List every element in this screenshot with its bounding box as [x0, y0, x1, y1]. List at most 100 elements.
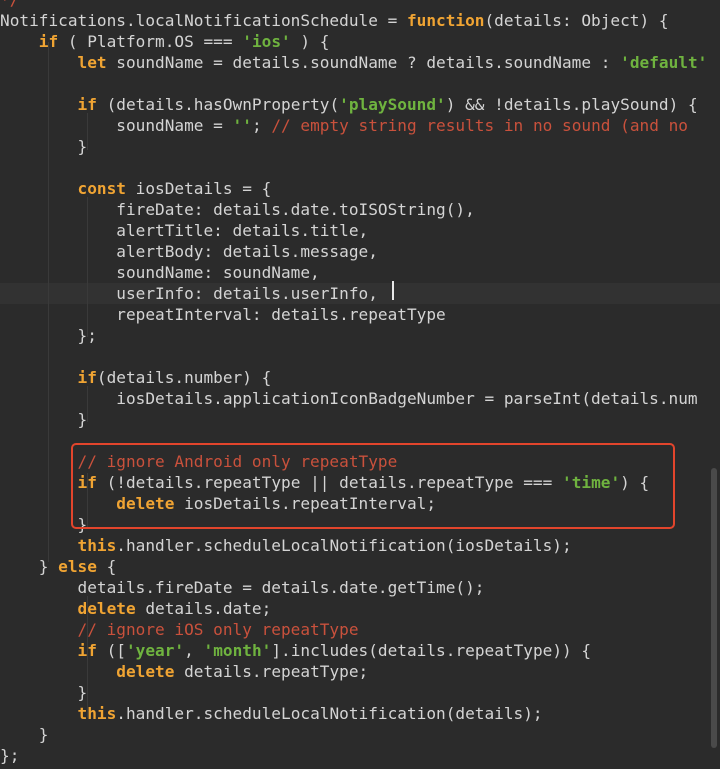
code-line[interactable]: }; — [0, 745, 720, 766]
code-token: iosDetails.applicationIconBadgeNumber = … — [0, 389, 698, 408]
code-line[interactable] — [0, 73, 720, 94]
code-token: (details.hasOwnProperty( — [96, 95, 340, 114]
code-line[interactable] — [0, 157, 720, 178]
code-line[interactable]: } — [0, 682, 720, 703]
code-token: userInfo: details.userInfo, — [0, 284, 378, 303]
code-token: 'month' — [203, 641, 272, 660]
code-line[interactable]: } — [0, 724, 720, 745]
code-token: alertTitle: details.title, — [0, 221, 369, 240]
code-token: } — [0, 683, 88, 702]
code-token: 'playSound' — [339, 95, 446, 114]
code-line[interactable]: iosDetails.applicationIconBadgeNumber = … — [0, 388, 720, 409]
code-token: .handler.scheduleLocalNotification(detai… — [116, 704, 543, 723]
indent-guide — [87, 197, 88, 337]
code-line[interactable]: let soundName = details.soundName ? deta… — [0, 52, 720, 73]
code-token: details.repeatType; — [174, 662, 369, 681]
code-line[interactable] — [0, 346, 720, 367]
code-line[interactable]: } — [0, 409, 720, 430]
code-token: // empty string results in no sound (and… — [271, 116, 688, 135]
code-token: const — [77, 179, 126, 198]
code-token: this — [77, 704, 117, 723]
code-line[interactable]: delete details.repeatType; — [0, 661, 720, 682]
code-line[interactable]: this.handler.scheduleLocalNotification(d… — [0, 703, 720, 724]
code-token: Notifications.localNotificationSchedule … — [0, 11, 407, 30]
code-line[interactable]: } else { — [0, 556, 720, 577]
code-line[interactable]: */ — [0, 0, 720, 10]
code-token: .handler.scheduleLocalNotification(iosDe… — [116, 536, 572, 555]
code-line[interactable]: userInfo: details.userInfo, — [0, 283, 720, 304]
code-line[interactable]: delete details.date; — [0, 598, 720, 619]
code-token: { — [96, 557, 117, 576]
code-token: details.date; — [135, 599, 272, 618]
code-token: this — [77, 536, 117, 555]
code-token: function — [406, 11, 485, 30]
code-token: ; — [251, 116, 272, 135]
code-token: ([ — [96, 641, 126, 660]
code-editor[interactable]: */ Notifications.localNotificationSchedul… — [0, 0, 720, 769]
code-line[interactable]: Notifications.localNotificationSchedule … — [0, 10, 720, 31]
code-token: ( Platform.OS === — [58, 32, 243, 51]
indent-guide — [87, 596, 88, 718]
code-line[interactable]: }; — [0, 325, 720, 346]
code-token: soundName = details.soundName ? details.… — [106, 53, 621, 72]
code-token: 'default' — [620, 53, 708, 72]
code-line[interactable]: if (['year', 'month'].includes(details.r… — [0, 640, 720, 661]
text-caret — [392, 281, 394, 300]
code-line[interactable]: } — [0, 136, 720, 157]
code-token: } — [0, 725, 49, 744]
annotation-highlight-box — [71, 443, 675, 529]
code-token: if — [77, 95, 97, 114]
code-token: ) && !details.playSound) { — [445, 95, 698, 114]
code-line[interactable]: repeatInterval: details.repeatType — [0, 304, 720, 325]
code-token: repeatInterval: details.repeatType — [0, 305, 446, 324]
indent-guide — [87, 386, 88, 422]
code-token: } — [0, 557, 59, 576]
code-token: iosDetails = { — [125, 179, 272, 198]
code-token: ].includes(details.repeatType)) { — [271, 641, 592, 660]
indent-guide — [87, 113, 88, 150]
code-token: } — [0, 410, 88, 429]
code-token: let — [77, 53, 107, 72]
code-line[interactable]: if(details.number) { — [0, 367, 720, 388]
code-token: fireDate: details.date.toISOString(), — [0, 200, 475, 219]
code-line[interactable]: soundName = ''; // empty string results … — [0, 115, 720, 136]
code-token: // ignore iOS only repeatType — [77, 620, 359, 639]
code-token: }; — [0, 746, 20, 765]
code-token: '' — [232, 116, 252, 135]
code-line[interactable]: alertBody: details.message, — [0, 241, 720, 262]
code-line[interactable]: soundName: soundName, — [0, 262, 720, 283]
code-line[interactable]: this.handler.scheduleLocalNotification(i… — [0, 535, 720, 556]
code-token: 'ios' — [242, 32, 291, 51]
code-line[interactable]: fireDate: details.date.toISOString(), — [0, 199, 720, 220]
code-token: soundName = — [0, 116, 233, 135]
scrollbar-thumb[interactable] — [711, 468, 717, 748]
code-line[interactable]: alertTitle: details.title, — [0, 220, 720, 241]
code-line[interactable]: const iosDetails = { — [0, 178, 720, 199]
code-token: (details.number) { — [96, 368, 272, 387]
code-line[interactable]: // ignore iOS only repeatType — [0, 619, 720, 640]
code-token: if — [77, 368, 97, 387]
code-line[interactable]: details.fireDate = details.date.getTime(… — [0, 577, 720, 598]
code-token: (details: Object) { — [484, 11, 669, 30]
code-token: 'year' — [125, 641, 185, 660]
indent-guide — [48, 42, 49, 562]
code-token: delete — [116, 662, 175, 681]
code-token: */ — [0, 0, 19, 9]
code-line[interactable]: if (details.hasOwnProperty('playSound') … — [0, 94, 720, 115]
code-token: else — [58, 557, 97, 576]
code-line[interactable]: if ( Platform.OS === 'ios' ) { — [0, 31, 720, 52]
code-token: } — [0, 137, 88, 156]
